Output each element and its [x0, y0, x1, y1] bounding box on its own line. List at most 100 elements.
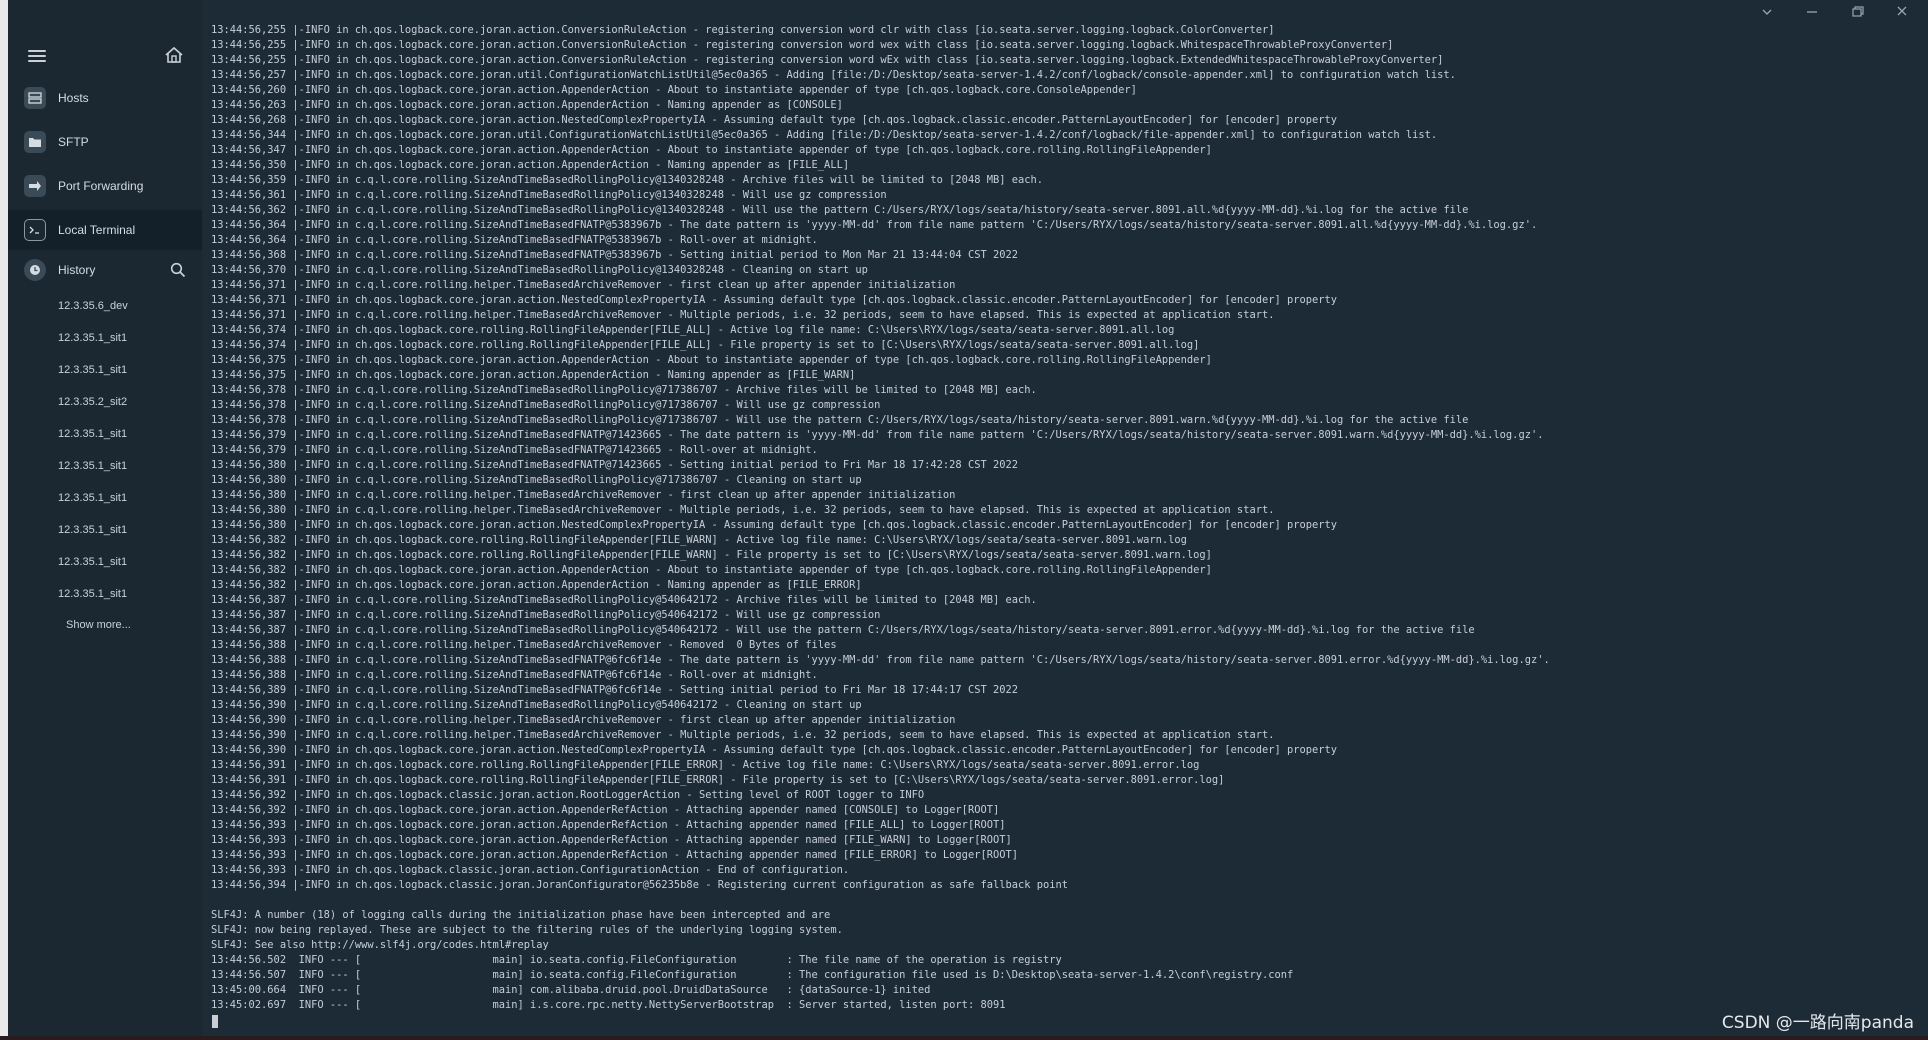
terminal-line: 13:44:56,380 |-INFO in c.q.l.core.rollin… — [211, 459, 1018, 471]
minimize-icon[interactable] — [1802, 4, 1822, 20]
terminal-line: 13:44:56,371 |-INFO in c.q.l.core.rollin… — [211, 309, 1275, 321]
terminal-line: 13:44:56,390 |-INFO in c.q.l.core.rollin… — [211, 729, 1275, 741]
terminal-line: 13:44:56,391 |-INFO in ch.qos.logback.co… — [211, 759, 1200, 771]
history-item[interactable]: 12.3.35.1_sit1 — [58, 490, 127, 506]
nav-item-label: Port Forwarding — [58, 179, 144, 193]
terminal-line: 13:44:56,390 |-INFO in c.q.l.core.rollin… — [211, 699, 862, 711]
search-icon[interactable] — [170, 262, 186, 278]
terminal-line: 13:44:56,393 |-INFO in ch.qos.logback.cl… — [211, 864, 850, 876]
chevron-down-icon[interactable] — [1757, 4, 1777, 20]
history-item[interactable]: 12.3.35.2_sit2 — [58, 394, 127, 410]
terminal-line: 13:44:56,375 |-INFO in ch.qos.logback.co… — [211, 354, 1212, 366]
terminal-line: 13:44:56,391 |-INFO in ch.qos.logback.co… — [211, 774, 1225, 786]
terminal-line: 13:44:56,380 |-INFO in c.q.l.core.rollin… — [211, 504, 1275, 516]
history-item[interactable]: 12.3.35.1_sit1 — [58, 330, 127, 346]
terminal-line: 13:44:56,378 |-INFO in c.q.l.core.rollin… — [211, 414, 1469, 426]
terminal-line: 13:44:56,364 |-INFO in c.q.l.core.rollin… — [211, 219, 1538, 231]
terminal-line: 13:44:56,380 |-INFO in ch.qos.logback.co… — [211, 519, 1338, 531]
bottom-edge — [0, 1036, 1928, 1040]
terminal-line: 13:44:56,387 |-INFO in c.q.l.core.rollin… — [211, 624, 1475, 636]
terminal-line: 13:44:56,379 |-INFO in c.q.l.core.rollin… — [211, 429, 1544, 441]
terminal-line: 13:44:56,361 |-INFO in c.q.l.core.rollin… — [211, 189, 887, 201]
terminal-line: 13:44:56,392 |-INFO in ch.qos.logback.cl… — [211, 789, 925, 801]
history-item[interactable]: 12.3.35.1_sit1 — [58, 554, 127, 570]
terminal-line: 13:44:56,382 |-INFO in ch.qos.logback.co… — [211, 564, 1212, 576]
terminal-line: 13:44:56,257 |-INFO in ch.qos.logback.co… — [211, 69, 1456, 81]
nav-item-label: SFTP — [58, 135, 89, 149]
sidebar-header — [8, 40, 202, 72]
terminal-line: SLF4J: See also http://www.slf4j.org/cod… — [211, 939, 549, 951]
history-item[interactable]: 12.3.35.1_sit1 — [58, 522, 127, 538]
window-edge — [0, 0, 8, 1040]
nav-item-local-terminal[interactable]: Local Terminal — [8, 210, 202, 250]
history-item[interactable]: 12.3.35.1_sit1 — [58, 458, 127, 474]
terminal-line: 13:44:56.502 INFO --- [ main] io.seata.c… — [211, 954, 1062, 966]
terminal-line: SLF4J: A number (18) of logging calls du… — [211, 909, 831, 921]
terminal-line: 13:44:56,255 |-INFO in ch.qos.logback.co… — [211, 24, 1275, 36]
terminal-line: 13:44:56,362 |-INFO in c.q.l.core.rollin… — [211, 204, 1469, 216]
terminal-line: 13:45:02.697 INFO --- [ main] i.s.core.r… — [211, 999, 1006, 1011]
close-icon[interactable] — [1892, 4, 1912, 20]
nav-item-hosts[interactable]: Hosts — [8, 78, 202, 118]
terminal-line: SLF4J: now being replayed. These are sub… — [211, 924, 843, 936]
terminal-line: 13:44:56,394 |-INFO in ch.qos.logback.cl… — [211, 879, 1069, 891]
terminal-line: 13:44:56,364 |-INFO in c.q.l.core.rollin… — [211, 234, 818, 246]
terminal-line: 13:44:56,393 |-INFO in ch.qos.logback.co… — [211, 819, 1006, 831]
folder-icon — [24, 131, 46, 153]
history-section-header[interactable]: History — [8, 250, 202, 290]
nav-item-port-forwarding[interactable]: Port Forwarding — [8, 166, 202, 206]
terminal-line: 13:44:56,371 |-INFO in ch.qos.logback.co… — [211, 294, 1338, 306]
terminal-line: 13:44:56,387 |-INFO in c.q.l.core.rollin… — [211, 594, 1037, 606]
terminal-line: 13:44:56,382 |-INFO in ch.qos.logback.co… — [211, 579, 862, 591]
terminal-line: 13:44:56,375 |-INFO in ch.qos.logback.co… — [211, 369, 856, 381]
port-forwarding-icon — [24, 175, 46, 197]
terminal-line: 13:44:56,260 |-INFO in ch.qos.logback.co… — [211, 84, 1137, 96]
terminal-line: 13:45:00.664 INFO --- [ main] com.alibab… — [211, 984, 931, 996]
sidebar: Hosts SFTP Port Forwarding Local Termina… — [8, 0, 202, 1040]
home-icon[interactable] — [163, 44, 185, 66]
terminal-line: 13:44:56,378 |-INFO in c.q.l.core.rollin… — [211, 399, 881, 411]
history-item[interactable]: 12.3.35.1_sit1 — [58, 586, 127, 602]
terminal-line: 13:44:56.507 INFO --- [ main] io.seata.c… — [211, 969, 1294, 981]
terminal-line: 13:44:56,393 |-INFO in ch.qos.logback.co… — [211, 834, 1012, 846]
history-item[interactable]: 12.3.35.1_sit1 — [58, 426, 127, 442]
terminal-line: 13:44:56,374 |-INFO in ch.qos.logback.co… — [211, 324, 1175, 336]
terminal-line: 13:44:56,350 |-INFO in ch.qos.logback.co… — [211, 159, 850, 171]
terminal-line: 13:44:56,388 |-INFO in c.q.l.core.rollin… — [211, 669, 818, 681]
terminal-line: 13:44:56,392 |-INFO in ch.qos.logback.co… — [211, 804, 1000, 816]
history-item[interactable]: 12.3.35.1_sit1 — [58, 362, 127, 378]
terminal-line: 13:44:56,382 |-INFO in ch.qos.logback.co… — [211, 549, 1212, 561]
terminal-line: 13:44:56,380 |-INFO in c.q.l.core.rollin… — [211, 474, 862, 486]
terminal-panel[interactable]: 13:44:56,255 |-INFO in ch.qos.logback.co… — [202, 0, 1928, 1040]
hosts-icon — [24, 87, 46, 109]
terminal-line: 13:44:56,263 |-INFO in ch.qos.logback.co… — [211, 99, 843, 111]
terminal-line: 13:44:56,370 |-INFO in c.q.l.core.rollin… — [211, 264, 868, 276]
terminal-output: 13:44:56,255 |-INFO in ch.qos.logback.co… — [211, 23, 1550, 1013]
app-window: Hosts SFTP Port Forwarding Local Termina… — [0, 0, 1928, 1040]
hamburger-menu-icon[interactable] — [28, 50, 46, 62]
terminal-cursor — [212, 1015, 218, 1028]
history-item[interactable]: 12.3.35.6_dev — [58, 298, 128, 314]
terminal-line: 13:44:56,389 |-INFO in c.q.l.core.rollin… — [211, 684, 1018, 696]
terminal-line: 13:44:56,380 |-INFO in c.q.l.core.rollin… — [211, 489, 956, 501]
terminal-line: 13:44:56,388 |-INFO in c.q.l.core.rollin… — [211, 654, 1550, 666]
terminal-line: 13:44:56,255 |-INFO in ch.qos.logback.co… — [211, 39, 1394, 51]
terminal-line: 13:44:56,344 |-INFO in ch.qos.logback.co… — [211, 129, 1438, 141]
terminal-line: 13:44:56,371 |-INFO in c.q.l.core.rollin… — [211, 279, 956, 291]
terminal-icon — [24, 219, 46, 241]
terminal-line: 13:44:56,393 |-INFO in ch.qos.logback.co… — [211, 849, 1018, 861]
terminal-line: 13:44:56,378 |-INFO in c.q.l.core.rollin… — [211, 384, 1037, 396]
terminal-line: 13:44:56,255 |-INFO in ch.qos.logback.co… — [211, 54, 1444, 66]
terminal-line: 13:44:56,359 |-INFO in c.q.l.core.rollin… — [211, 174, 1044, 186]
nav-item-sftp[interactable]: SFTP — [8, 122, 202, 162]
terminal-line: 13:44:56,379 |-INFO in c.q.l.core.rollin… — [211, 444, 818, 456]
history-icon — [24, 259, 46, 281]
terminal-line: 13:44:56,387 |-INFO in c.q.l.core.rollin… — [211, 609, 881, 621]
show-more-link[interactable]: Show more... — [66, 619, 131, 631]
terminal-line: 13:44:56,347 |-INFO in ch.qos.logback.co… — [211, 144, 1212, 156]
nav-item-label: Hosts — [58, 91, 89, 105]
restore-icon[interactable] — [1847, 4, 1867, 20]
watermark: CSDN @一路向南panda — [1721, 1013, 1914, 1033]
terminal-line: 13:44:56,382 |-INFO in ch.qos.logback.co… — [211, 534, 1187, 546]
